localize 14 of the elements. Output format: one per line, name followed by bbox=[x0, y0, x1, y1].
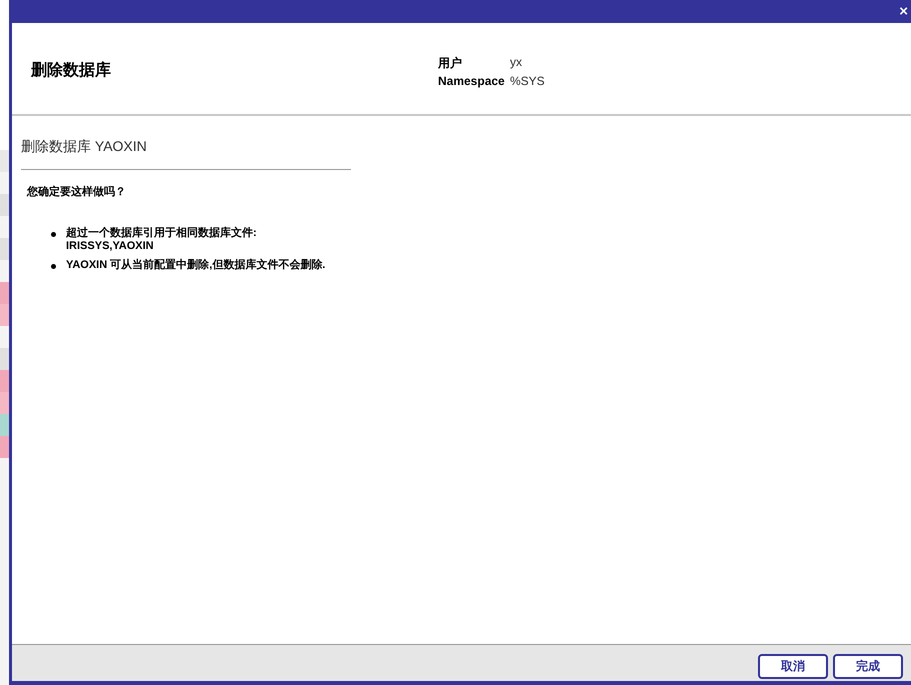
info-value: %SYS bbox=[510, 74, 545, 88]
note-text: 超过一个数据库引用于相同数据库文件: IRISSYS,YAOXIN bbox=[66, 227, 257, 253]
info-value: yx bbox=[510, 55, 523, 71]
bullet-icon bbox=[51, 264, 56, 269]
info-label: Namespace bbox=[438, 74, 506, 88]
info-label: 用户 bbox=[438, 55, 463, 72]
note-text: YAOXIN 可从当前配置中删除,但数据库文件不会删除. bbox=[66, 259, 326, 272]
dialog-title: 删除数据库 bbox=[31, 60, 112, 81]
dialog-button[interactable]: 完成 bbox=[833, 654, 903, 679]
question-text: 您确定要这样做吗？ bbox=[27, 184, 127, 199]
bullet-icon bbox=[51, 232, 56, 237]
dialog-button[interactable]: 取消 bbox=[758, 654, 828, 679]
close-button[interactable]: × bbox=[896, 4, 911, 20]
section-title: 删除数据库 YAOXIN bbox=[21, 116, 351, 170]
